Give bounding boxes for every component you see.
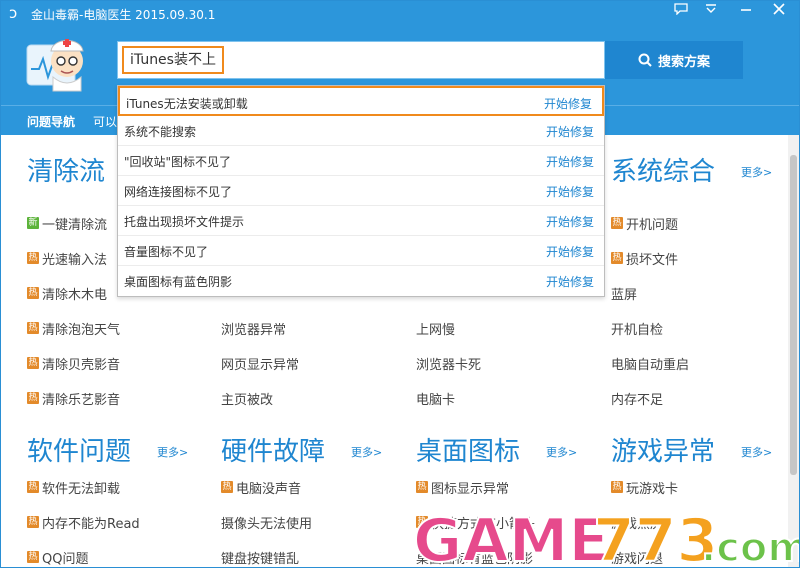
app-window: ↄ 金山毒霸-电脑医生 2015.09.30.1 iTunes装不上 搜索方案 … <box>0 0 800 568</box>
more-link[interactable]: 更多> <box>351 444 382 460</box>
start-fix-link[interactable]: 开始修复 <box>546 123 594 140</box>
suggestion-row[interactable]: iTunes无法安装或卸载 开始修复 <box>118 86 604 116</box>
watermark-text-domain: .com <box>701 525 800 568</box>
search-button-label: 搜索方案 <box>657 54 710 70</box>
list-item[interactable]: 电脑自动重启 <box>611 353 689 373</box>
search-suggestions-dropdown: iTunes无法安装或卸载 开始修复 系统不能搜索 开始修复 "回收站"图标不见… <box>117 85 605 297</box>
new-badge: 新 <box>27 217 39 229</box>
list-item[interactable]: 内存不足 <box>611 388 663 408</box>
hot-badge: 热 <box>27 252 39 264</box>
suggestion-text: 托盘出现损坏文件提示 <box>124 215 245 229</box>
more-link[interactable]: 更多> <box>157 444 188 460</box>
list-item[interactable]: 热内存不能为Read <box>27 512 140 532</box>
list-item[interactable]: 主页被改 <box>221 388 273 408</box>
suggestion-row[interactable]: 网络连接图标不见了 开始修复 <box>118 176 604 206</box>
hot-badge: 热 <box>611 481 623 493</box>
suggestion-row[interactable]: 托盘出现损坏文件提示 开始修复 <box>118 206 604 236</box>
list-item[interactable]: 热玩游戏卡 <box>611 477 678 497</box>
list-item[interactable]: 热 QQ问题 <box>27 547 88 567</box>
search-button[interactable]: 搜索方案 <box>605 41 743 79</box>
window-title: 金山毒霸-电脑医生 2015.09.30.1 <box>31 8 216 22</box>
list-item[interactable]: 热图标显示异常 <box>416 477 509 497</box>
list-item[interactable]: 热清除贝壳影音 <box>27 353 120 373</box>
hot-badge: 热 <box>27 392 39 404</box>
list-item[interactable]: 蓝屏 <box>611 283 637 303</box>
list-item[interactable]: 热电脑没声音 <box>221 477 301 497</box>
list-item[interactable]: 上网慢 <box>416 318 455 338</box>
search-icon <box>638 53 652 67</box>
suggestion-row[interactable]: "回收站"图标不见了 开始修复 <box>118 146 604 176</box>
list-item[interactable]: 热光速输入法 <box>27 248 107 268</box>
suggestion-row[interactable]: 桌面图标有蓝色阴影 开始修复 <box>118 266 604 296</box>
watermark-text-game: GAME <box>413 506 609 568</box>
list-item[interactable]: 浏览器异常 <box>221 318 286 338</box>
list-item[interactable]: 网页显示异常 <box>221 353 299 373</box>
suggestion-text: 系统不能搜索 <box>124 125 197 139</box>
section-title: 清除流 <box>27 157 106 187</box>
search-input[interactable]: iTunes装不上 <box>117 41 605 79</box>
suggestion-text: 网络连接图标不见了 <box>124 185 233 199</box>
feedback-icon[interactable] <box>669 2 693 22</box>
list-item[interactable]: 热清除木木电 <box>27 283 107 303</box>
watermark-text-number: 773 <box>593 506 718 568</box>
section-system: 系统综合 更多> 热开机问题 热损坏文件 蓝屏 开机自检 电脑自动重启 内存不足 <box>611 151 791 408</box>
list-item[interactable]: 热软件无法卸载 <box>27 477 120 497</box>
suggestion-text: 桌面图标有蓝色阴影 <box>124 275 233 289</box>
suggestion-text: 音量图标不见了 <box>124 245 209 259</box>
suggestion-text: iTunes无法安装或卸载 <box>126 97 248 111</box>
suggestion-row[interactable]: 音量图标不见了 开始修复 <box>118 236 604 266</box>
hot-badge: 热 <box>27 481 39 493</box>
list-item[interactable]: 新一键清除流 <box>27 213 107 233</box>
list-item[interactable]: 热开机问题 <box>611 213 678 233</box>
suggestion-text: "回收站"图标不见了 <box>124 155 232 169</box>
hot-badge: 热 <box>27 551 39 563</box>
list-item[interactable]: 热损坏文件 <box>611 248 678 268</box>
start-fix-link[interactable]: 开始修复 <box>546 213 594 230</box>
list-item[interactable]: 热清除乐艺影音 <box>27 388 120 408</box>
list-item[interactable]: 摄像头无法使用 <box>221 512 312 532</box>
nav-item-problem-guide[interactable]: 问题导航 <box>27 113 75 130</box>
watermark-logo: GAME 773 .com <box>411 501 800 568</box>
more-link[interactable]: 更多> <box>741 444 772 460</box>
section-title: 硬件故障 <box>221 437 326 467</box>
start-fix-link[interactable]: 开始修复 <box>544 95 592 112</box>
section-title: 软件问题 <box>27 437 132 467</box>
section-title: 系统综合 <box>611 157 716 187</box>
section-software: 软件问题 更多> 热软件无法卸载 热内存不能为Read 热 QQ问题 <box>27 431 207 567</box>
start-fix-link[interactable]: 开始修复 <box>546 273 594 290</box>
hot-badge: 热 <box>27 322 39 334</box>
close-icon[interactable] <box>767 2 791 22</box>
list-item[interactable]: 电脑卡 <box>416 388 455 408</box>
search-query-value[interactable]: iTunes装不上 <box>122 46 224 74</box>
hot-badge: 热 <box>27 357 39 369</box>
list-item[interactable]: 热清除泡泡天气 <box>27 318 120 338</box>
minimize-icon[interactable] <box>734 2 758 22</box>
section-title: 桌面图标 <box>416 437 521 467</box>
section-title: 游戏异常 <box>611 437 716 467</box>
hot-badge: 热 <box>416 481 428 493</box>
hot-badge: 热 <box>611 217 623 229</box>
suggestion-row[interactable]: 系统不能搜索 开始修复 <box>118 116 604 146</box>
hot-badge: 热 <box>27 516 39 528</box>
list-item[interactable]: 开机自检 <box>611 318 663 338</box>
start-fix-link[interactable]: 开始修复 <box>546 153 594 170</box>
title-bar: ↄ 金山毒霸-电脑医生 2015.09.30.1 <box>1 1 799 27</box>
hot-badge: 热 <box>611 252 623 264</box>
app-logo-icon: ↄ <box>9 4 18 22</box>
more-link[interactable]: 更多> <box>546 444 577 460</box>
start-fix-link[interactable]: 开始修复 <box>546 183 594 200</box>
hot-badge: 热 <box>27 287 39 299</box>
list-item[interactable]: 键盘按键错乱 <box>221 547 299 567</box>
start-fix-link[interactable]: 开始修复 <box>546 243 594 260</box>
section-hardware: 硬件故障 更多> 热电脑没声音 摄像头无法使用 键盘按键错乱 <box>221 431 401 567</box>
more-link[interactable]: 更多> <box>741 164 772 180</box>
nav-item-secondary[interactable]: 可以 <box>93 113 117 130</box>
doctor-avatar <box>25 31 91 93</box>
hot-badge: 热 <box>221 481 233 493</box>
list-item[interactable]: 浏览器卡死 <box>416 353 481 373</box>
menu-icon[interactable] <box>699 2 723 22</box>
scrollbar-thumb[interactable] <box>790 155 797 475</box>
